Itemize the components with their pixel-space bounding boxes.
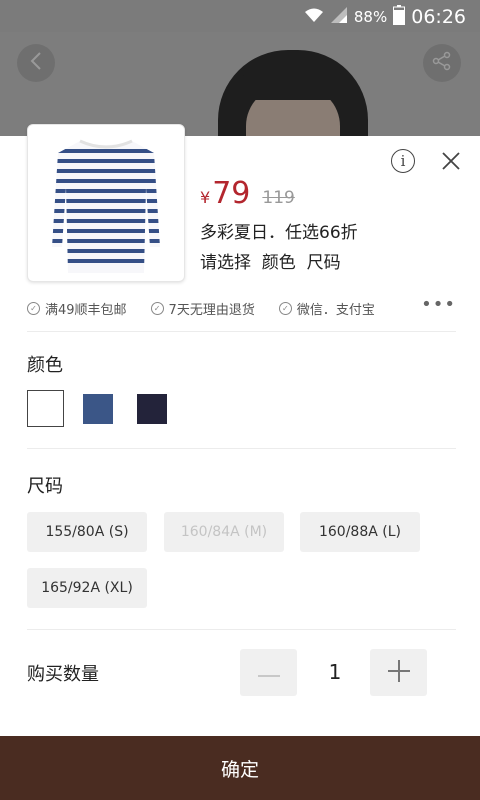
size-option-l[interactable]: 160/88A (L) [300, 512, 420, 552]
minus-icon [257, 663, 280, 682]
confirm-button[interactable]: 确定 [0, 736, 480, 800]
decrease-quantity-button[interactable] [240, 649, 297, 696]
check-circle-icon: ✓ [27, 301, 40, 315]
perk-item: ✓ 微信．支付宝 [278, 299, 375, 318]
color-section-title: 颜色 [27, 355, 63, 376]
battery-percent: 88% [353, 8, 388, 26]
size-option-s[interactable]: 155/80A (S) [27, 512, 147, 552]
size-option-m: 160/84A (M) [164, 512, 284, 552]
divider [27, 629, 456, 630]
divider [27, 331, 456, 332]
perk-label: 满49顺丰包邮 [45, 302, 127, 318]
quantity-label: 购买数量 [27, 664, 99, 685]
size-option-xl[interactable]: 165/92A (XL) [27, 568, 147, 608]
info-button[interactable]: i [391, 149, 415, 173]
close-button[interactable] [438, 148, 464, 174]
perk-label: 7天无理由退货 [168, 302, 255, 318]
more-icon[interactable]: ••• [421, 296, 456, 314]
wifi-icon [304, 7, 324, 27]
quantity-value[interactable]: 1 [320, 660, 350, 684]
perk-label: 微信．支付宝 [296, 302, 375, 318]
check-circle-icon: ✓ [150, 301, 164, 315]
status-bar: 88% 06:26 [0, 0, 480, 32]
color-swatch-navy[interactable] [137, 394, 167, 424]
promo-text: 多彩夏日．任选66折 [200, 223, 358, 243]
status-icons: 88% 06:26 [304, 5, 466, 29]
product-thumbnail [27, 124, 185, 282]
size-section-title: 尺码 [27, 476, 63, 497]
currency-symbol: ¥ [200, 188, 211, 207]
original-price: 119 [262, 188, 295, 208]
plus-icon [387, 659, 410, 686]
increase-quantity-button[interactable] [370, 649, 427, 696]
divider [27, 448, 456, 449]
selection-hint: 请选择 颜色 尺码 [200, 253, 341, 273]
battery-icon [393, 5, 406, 29]
info-icon: i [400, 152, 406, 170]
current-price: 79 [212, 176, 251, 211]
sku-selector-sheet: ¥ 79 119 多彩夏日．任选66折 请选择 颜色 尺码 i ✓ 满49顺丰包… [0, 124, 480, 800]
back-button[interactable] [17, 44, 55, 82]
clock: 06:26 [411, 6, 466, 28]
perk-item: ✓ 7天无理由退货 [150, 299, 255, 318]
close-icon [438, 152, 464, 178]
share-icon [432, 51, 452, 75]
perk-item: ✓ 满49顺丰包邮 [27, 299, 127, 318]
striped-sweater-image [52, 139, 160, 273]
service-perks: ✓ 满49顺丰包邮 ✓ 7天无理由退货 ✓ 微信．支付宝 ••• [27, 296, 456, 318]
check-circle-icon: ✓ [278, 301, 292, 315]
chevron-left-icon [29, 51, 43, 75]
price-row: ¥ 79 119 [200, 176, 295, 211]
color-swatch-blue[interactable] [83, 394, 113, 424]
share-button[interactable] [423, 44, 461, 82]
color-swatch-white[interactable] [27, 390, 64, 427]
signal-icon [330, 6, 348, 28]
background-product-page [0, 32, 480, 136]
